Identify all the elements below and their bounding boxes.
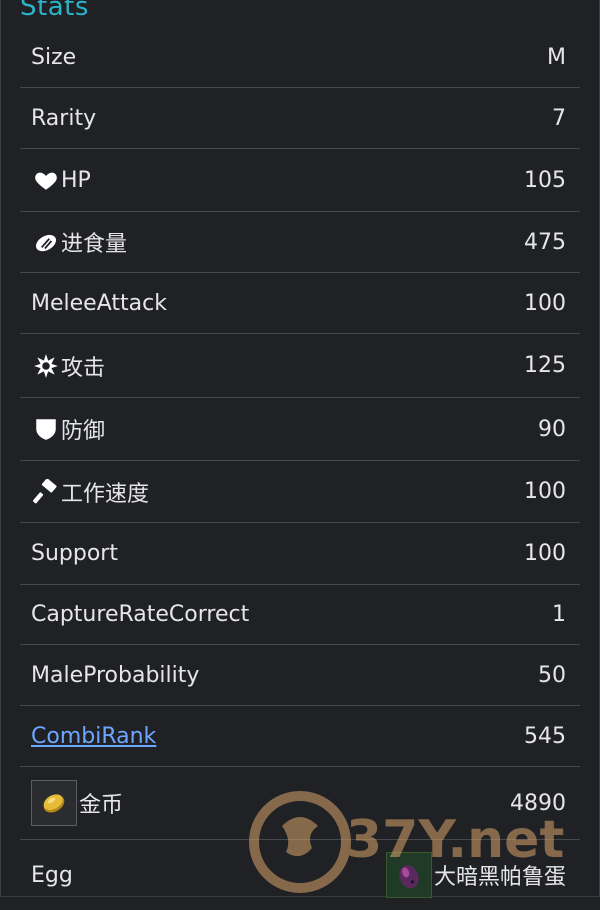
stat-row-gold: 金币 4890	[20, 767, 580, 840]
stat-row-food: 进食量 475	[20, 212, 580, 273]
stat-row-size: Size M	[20, 28, 580, 88]
stat-value: 475	[524, 229, 566, 255]
stat-label: MaleProbability	[31, 662, 200, 688]
stat-row-hp: HP 105	[20, 149, 580, 212]
egg-name: 大暗黑帕鲁蛋	[433, 865, 566, 890]
stat-label: Rarity	[31, 105, 97, 131]
stat-value: 90	[538, 416, 566, 442]
stat-row-defense: 防御 90	[20, 398, 580, 461]
stat-label: 金币	[79, 793, 124, 818]
stat-row-capture-rate: CaptureRateCorrect 1	[20, 585, 580, 645]
stat-value: 125	[524, 353, 566, 378]
stat-row-attack: 攻击 125	[20, 334, 580, 398]
stat-label: HP	[61, 167, 91, 193]
stat-row-egg: Egg 大暗黑帕鲁蛋	[20, 840, 580, 910]
stat-label: 攻击	[61, 355, 106, 381]
egg-icon	[385, 852, 432, 898]
stat-value: 105	[524, 167, 566, 193]
stat-label: CaptureRateCorrect	[31, 602, 250, 627]
burst-icon	[33, 353, 59, 379]
stat-row-combi-rank: CombiRank 545	[20, 706, 580, 767]
stat-label: Support	[31, 541, 118, 566]
stat-label: MeleeAttack	[31, 290, 167, 316]
stat-row-rarity: Rarity 7	[20, 88, 580, 149]
stat-label: 防御	[61, 419, 106, 444]
heart-icon	[33, 167, 59, 193]
stat-label: Size	[31, 45, 77, 70]
stat-row-work-speed: 工作速度 100	[20, 461, 580, 523]
panel-title: Stats	[20, 0, 89, 22]
combi-rank-link[interactable]: CombiRank	[31, 724, 156, 749]
stat-value: 100	[524, 290, 566, 316]
stat-row-support: Support 100	[20, 523, 580, 585]
stat-label: 工作速度	[61, 481, 150, 507]
hammer-icon	[33, 478, 59, 505]
stat-value: 545	[524, 723, 566, 749]
stat-row-melee-attack: MeleeAttack 100	[20, 273, 580, 334]
stat-row-male-probability: MaleProbability 50	[20, 645, 580, 706]
stat-label: 进食量	[61, 232, 128, 257]
shield-icon	[33, 416, 59, 442]
stat-label: Egg	[31, 862, 73, 888]
stat-value: 1	[552, 602, 566, 627]
stat-value: M	[547, 45, 566, 70]
stats-table: Size M Rarity 7 HP 105 进食量 475 MeleeAtta…	[20, 28, 580, 910]
stat-value: 50	[538, 662, 566, 688]
stat-value: 7	[552, 105, 566, 131]
coin-icon	[31, 780, 77, 826]
stat-value: 4890	[510, 790, 566, 816]
stat-value: 100	[524, 541, 566, 566]
stat-value: 100	[524, 479, 566, 504]
food-icon	[33, 229, 59, 255]
